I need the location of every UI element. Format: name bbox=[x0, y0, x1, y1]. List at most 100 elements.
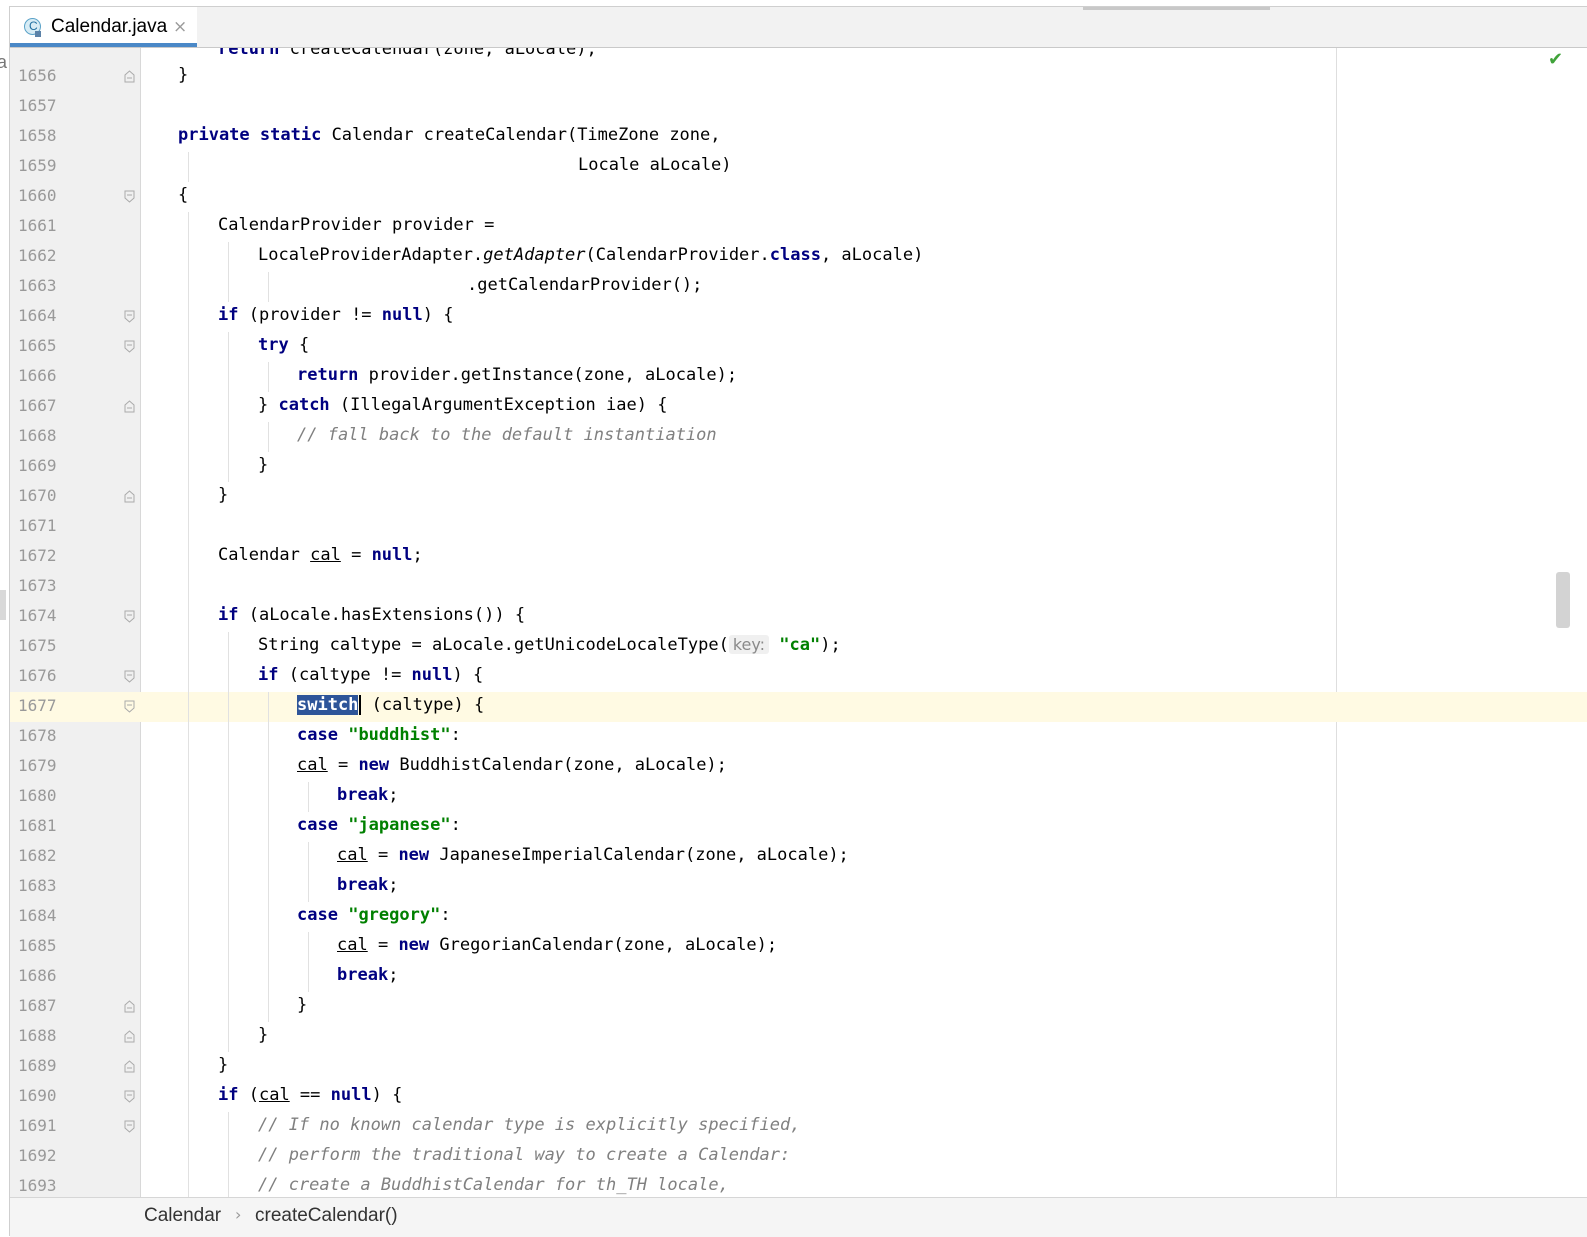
code-line-1681[interactable]: 1681 case "japanese": bbox=[10, 812, 1587, 842]
line-number: 1678 bbox=[18, 726, 57, 745]
line-number: 1666 bbox=[18, 366, 57, 385]
code-line-1674[interactable]: 1674 if (aLocale.hasExtensions()) { bbox=[10, 602, 1587, 632]
code-line-1664[interactable]: 1664 if (provider != null) { bbox=[10, 302, 1587, 332]
line-number: 1691 bbox=[18, 1116, 57, 1135]
code-line-1685[interactable]: 1685 cal = new GregorianCalendar(zone, a… bbox=[10, 932, 1587, 962]
fold-start-icon[interactable] bbox=[124, 610, 135, 623]
code-line-1667[interactable]: 1667 } catch (IllegalArgumentException i… bbox=[10, 392, 1587, 422]
code-line-1662[interactable]: 1662 LocaleProviderAdapter.getAdapter(Ca… bbox=[10, 242, 1587, 272]
code-line-1682[interactable]: 1682 cal = new JapaneseImperialCalendar(… bbox=[10, 842, 1587, 872]
line-number: 1690 bbox=[18, 1086, 57, 1105]
code-line-1690[interactable]: 1690 if (cal == null) { bbox=[10, 1082, 1587, 1112]
fold-start-icon[interactable] bbox=[124, 310, 135, 323]
code-line-1656[interactable]: 1656 } bbox=[10, 62, 1587, 92]
code-line-1689[interactable]: 1689 } bbox=[10, 1052, 1587, 1082]
indent-guide bbox=[228, 362, 229, 392]
fold-end-icon[interactable] bbox=[124, 400, 135, 413]
code-line-1657[interactable]: 1657 bbox=[10, 92, 1587, 122]
code-text: break; bbox=[337, 965, 399, 985]
code-line-1691[interactable]: 1691 // If no known calendar type is exp… bbox=[10, 1112, 1587, 1142]
code-line-1659[interactable]: 1659 Locale aLocale) bbox=[10, 152, 1587, 182]
code-line-1671[interactable]: 1671 bbox=[10, 512, 1587, 542]
code-line-1678[interactable]: 1678 case "buddhist": bbox=[10, 722, 1587, 752]
line-number: 1669 bbox=[18, 456, 57, 475]
indent-guide bbox=[188, 332, 189, 362]
tab-scroll-indicator bbox=[1083, 7, 1270, 10]
code-text: break; bbox=[337, 875, 399, 895]
indent-guide bbox=[228, 272, 229, 302]
code-line-1675[interactable]: 1675 String caltype = aLocale.getUnicode… bbox=[10, 632, 1587, 662]
selected-keyword[interactable]: switch bbox=[297, 695, 359, 715]
line-number: 1657 bbox=[18, 96, 57, 115]
indent-guide bbox=[268, 692, 269, 722]
tab-calendar-java[interactable]: C Calendar.java × bbox=[10, 7, 197, 47]
code-line-1665[interactable]: 1665 try { bbox=[10, 332, 1587, 362]
breadcrumb-item-class[interactable]: Calendar bbox=[144, 1205, 221, 1227]
fold-start-icon[interactable] bbox=[124, 340, 135, 353]
indent-guide bbox=[188, 302, 189, 332]
fold-start-icon[interactable] bbox=[124, 1090, 135, 1103]
fold-start-icon[interactable] bbox=[124, 670, 135, 683]
code-line-1668[interactable]: 1668 // fall back to the default instant… bbox=[10, 422, 1587, 452]
fold-end-icon[interactable] bbox=[124, 1000, 135, 1013]
indent-guide bbox=[228, 902, 229, 932]
code-line-1663[interactable]: 1663 .getCalendarProvider(); bbox=[10, 272, 1587, 302]
indent-guide bbox=[188, 1022, 189, 1052]
code-line-1670[interactable]: 1670 } bbox=[10, 482, 1587, 512]
line-number: 1688 bbox=[18, 1026, 57, 1045]
code-line-1672[interactable]: 1672 Calendar cal = null; bbox=[10, 542, 1587, 572]
code-line-1684[interactable]: 1684 case "gregory": bbox=[10, 902, 1587, 932]
breadcrumb: Calendar › createCalendar() bbox=[10, 1197, 1587, 1237]
indent-guide bbox=[188, 1142, 189, 1172]
indent-guide bbox=[188, 1082, 189, 1112]
fold-end-icon[interactable] bbox=[124, 70, 135, 83]
indent-guide bbox=[228, 992, 229, 1022]
code-line-1680[interactable]: 1680 break; bbox=[10, 782, 1587, 812]
fold-end-icon[interactable] bbox=[124, 490, 135, 503]
code-line-1669[interactable]: 1669 } bbox=[10, 452, 1587, 482]
indent-guide bbox=[268, 422, 269, 452]
indent-guide bbox=[228, 692, 229, 722]
indent-guide bbox=[228, 932, 229, 962]
code-editor[interactable]: return createCalendar(zone, aLocale); 16… bbox=[10, 48, 1587, 1198]
indent-guide bbox=[188, 542, 189, 572]
close-icon[interactable]: × bbox=[173, 17, 187, 37]
code-text: } bbox=[258, 455, 269, 475]
code-text: break; bbox=[337, 785, 399, 805]
code-text: cal = new GregorianCalendar(zone, aLocal… bbox=[337, 935, 778, 955]
indent-guide bbox=[188, 662, 189, 692]
code-line-1687[interactable]: 1687 } bbox=[10, 992, 1587, 1022]
code-text: cal = new JapaneseImperialCalendar(zone,… bbox=[337, 845, 849, 865]
line-number: 1674 bbox=[18, 606, 57, 625]
code-line-1679[interactable]: 1679 cal = new BuddhistCalendar(zone, aL… bbox=[10, 752, 1587, 782]
tab-label: Calendar.java bbox=[51, 16, 168, 37]
code-line-1658[interactable]: 1658 private static Calendar createCalen… bbox=[10, 122, 1587, 152]
indent-guide bbox=[188, 1172, 189, 1198]
fold-start-icon[interactable] bbox=[124, 700, 135, 713]
indent-guide bbox=[268, 812, 269, 842]
line-number: 1673 bbox=[18, 576, 57, 595]
code-line-1686[interactable]: 1686 break; bbox=[10, 962, 1587, 992]
code-text: // create a BuddhistCalendar for th_TH l… bbox=[258, 1175, 729, 1195]
code-line-1660[interactable]: 1660 { bbox=[10, 182, 1587, 212]
code-line-1693[interactable]: 1693 // create a BuddhistCalendar for th… bbox=[10, 1172, 1587, 1198]
inspection-ok-icon[interactable]: ✔ bbox=[1548, 49, 1563, 70]
code-line-1688[interactable]: 1688 } bbox=[10, 1022, 1587, 1052]
fold-end-icon[interactable] bbox=[124, 1060, 135, 1073]
code-line-1666[interactable]: 1666 return provider.getInstance(zone, a… bbox=[10, 362, 1587, 392]
code-line-1677-current[interactable]: 1677 switch (caltype) { bbox=[10, 692, 1587, 722]
code-line-1676[interactable]: 1676 if (caltype != null) { bbox=[10, 662, 1587, 692]
line-number: 1668 bbox=[18, 426, 57, 445]
code-line-1661[interactable]: 1661 CalendarProvider provider = bbox=[10, 212, 1587, 242]
code-line-1692[interactable]: 1692 // perform the traditional way to c… bbox=[10, 1142, 1587, 1172]
indent-guide bbox=[268, 992, 269, 1022]
fold-start-icon[interactable] bbox=[124, 1120, 135, 1133]
vertical-scrollbar-thumb[interactable] bbox=[1556, 572, 1570, 628]
code-line-1673[interactable]: 1673 bbox=[10, 572, 1587, 602]
fold-end-icon[interactable] bbox=[124, 1030, 135, 1043]
indent-guide bbox=[188, 782, 189, 812]
code-line-1683[interactable]: 1683 break; bbox=[10, 872, 1587, 902]
breadcrumb-item-method[interactable]: createCalendar() bbox=[255, 1205, 398, 1227]
code-text: } bbox=[218, 1055, 229, 1075]
fold-start-icon[interactable] bbox=[124, 190, 135, 203]
